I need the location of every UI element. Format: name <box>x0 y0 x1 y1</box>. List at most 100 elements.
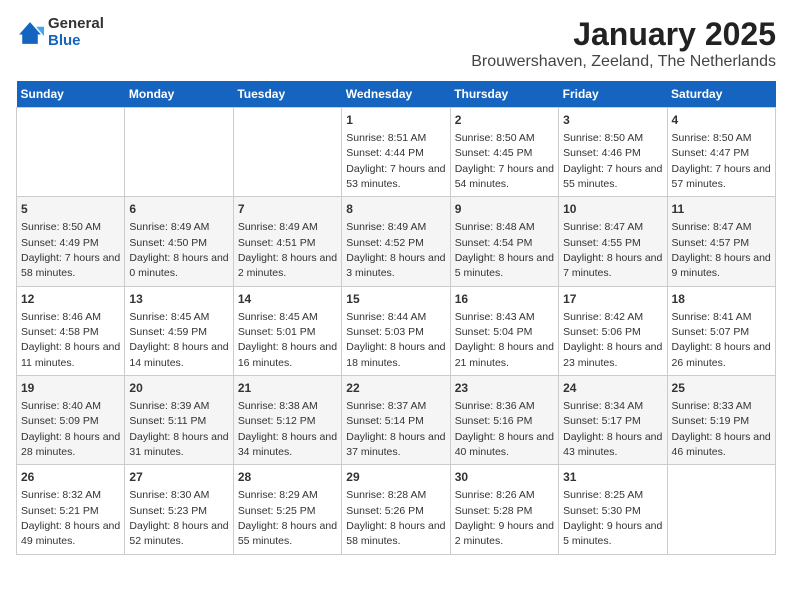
calendar-week-row: 19 Sunrise: 8:40 AM Sunset: 5:09 PM Dayl… <box>17 376 776 465</box>
day-info: Sunrise: 8:47 AM Sunset: 4:55 PM Dayligh… <box>563 221 662 279</box>
day-info: Sunrise: 8:49 AM Sunset: 4:52 PM Dayligh… <box>346 221 445 279</box>
calendar-cell: 15 Sunrise: 8:44 AM Sunset: 5:03 PM Dayl… <box>342 286 450 375</box>
calendar-cell: 7 Sunrise: 8:49 AM Sunset: 4:51 PM Dayli… <box>233 197 341 286</box>
logo-general: General <box>48 16 104 33</box>
day-info: Sunrise: 8:50 AM Sunset: 4:47 PM Dayligh… <box>672 132 771 190</box>
logo-text: General Blue <box>48 16 104 49</box>
calendar-cell: 30 Sunrise: 8:26 AM Sunset: 5:28 PM Dayl… <box>450 465 558 554</box>
day-info: Sunrise: 8:34 AM Sunset: 5:17 PM Dayligh… <box>563 400 662 458</box>
day-info: Sunrise: 8:30 AM Sunset: 5:23 PM Dayligh… <box>129 489 228 547</box>
calendar-table: SundayMondayTuesdayWednesdayThursdayFrid… <box>16 81 776 555</box>
calendar-cell <box>233 108 341 197</box>
day-number: 8 <box>346 201 445 218</box>
day-number: 6 <box>129 201 228 218</box>
weekday-header: Friday <box>559 81 667 108</box>
day-info: Sunrise: 8:50 AM Sunset: 4:46 PM Dayligh… <box>563 132 662 190</box>
calendar-cell: 1 Sunrise: 8:51 AM Sunset: 4:44 PM Dayli… <box>342 108 450 197</box>
calendar-cell: 17 Sunrise: 8:42 AM Sunset: 5:06 PM Dayl… <box>559 286 667 375</box>
day-number: 30 <box>455 469 554 486</box>
day-number: 18 <box>672 291 771 308</box>
calendar-cell: 27 Sunrise: 8:30 AM Sunset: 5:23 PM Dayl… <box>125 465 233 554</box>
calendar-cell: 14 Sunrise: 8:45 AM Sunset: 5:01 PM Dayl… <box>233 286 341 375</box>
day-number: 12 <box>21 291 120 308</box>
day-number: 25 <box>672 380 771 397</box>
calendar-cell: 9 Sunrise: 8:48 AM Sunset: 4:54 PM Dayli… <box>450 197 558 286</box>
day-info: Sunrise: 8:29 AM Sunset: 5:25 PM Dayligh… <box>238 489 337 547</box>
day-info: Sunrise: 8:51 AM Sunset: 4:44 PM Dayligh… <box>346 132 445 190</box>
day-number: 3 <box>563 112 662 129</box>
day-number: 4 <box>672 112 771 129</box>
calendar-cell: 26 Sunrise: 8:32 AM Sunset: 5:21 PM Dayl… <box>17 465 125 554</box>
logo-blue: Blue <box>48 33 104 50</box>
calendar-cell: 22 Sunrise: 8:37 AM Sunset: 5:14 PM Dayl… <box>342 376 450 465</box>
day-number: 14 <box>238 291 337 308</box>
calendar-cell: 18 Sunrise: 8:41 AM Sunset: 5:07 PM Dayl… <box>667 286 775 375</box>
page-header: General Blue January 2025 Brouwershaven,… <box>16 16 776 71</box>
calendar-cell: 6 Sunrise: 8:49 AM Sunset: 4:50 PM Dayli… <box>125 197 233 286</box>
day-info: Sunrise: 8:47 AM Sunset: 4:57 PM Dayligh… <box>672 221 771 279</box>
calendar-cell: 16 Sunrise: 8:43 AM Sunset: 5:04 PM Dayl… <box>450 286 558 375</box>
day-number: 31 <box>563 469 662 486</box>
day-number: 2 <box>455 112 554 129</box>
day-info: Sunrise: 8:50 AM Sunset: 4:45 PM Dayligh… <box>455 132 554 190</box>
day-number: 28 <box>238 469 337 486</box>
day-number: 1 <box>346 112 445 129</box>
calendar-cell: 2 Sunrise: 8:50 AM Sunset: 4:45 PM Dayli… <box>450 108 558 197</box>
weekday-header: Tuesday <box>233 81 341 108</box>
day-info: Sunrise: 8:28 AM Sunset: 5:26 PM Dayligh… <box>346 489 445 547</box>
day-info: Sunrise: 8:48 AM Sunset: 4:54 PM Dayligh… <box>455 221 554 279</box>
calendar-cell: 4 Sunrise: 8:50 AM Sunset: 4:47 PM Dayli… <box>667 108 775 197</box>
weekday-header-row: SundayMondayTuesdayWednesdayThursdayFrid… <box>17 81 776 108</box>
day-info: Sunrise: 8:43 AM Sunset: 5:04 PM Dayligh… <box>455 311 554 369</box>
logo-icon <box>16 19 44 47</box>
day-info: Sunrise: 8:45 AM Sunset: 4:59 PM Dayligh… <box>129 311 228 369</box>
weekday-header: Wednesday <box>342 81 450 108</box>
calendar-cell: 11 Sunrise: 8:47 AM Sunset: 4:57 PM Dayl… <box>667 197 775 286</box>
calendar-cell <box>125 108 233 197</box>
day-number: 5 <box>21 201 120 218</box>
weekday-header: Monday <box>125 81 233 108</box>
day-number: 22 <box>346 380 445 397</box>
day-info: Sunrise: 8:37 AM Sunset: 5:14 PM Dayligh… <box>346 400 445 458</box>
day-number: 13 <box>129 291 228 308</box>
calendar-cell: 5 Sunrise: 8:50 AM Sunset: 4:49 PM Dayli… <box>17 197 125 286</box>
day-number: 27 <box>129 469 228 486</box>
day-info: Sunrise: 8:38 AM Sunset: 5:12 PM Dayligh… <box>238 400 337 458</box>
day-info: Sunrise: 8:39 AM Sunset: 5:11 PM Dayligh… <box>129 400 228 458</box>
day-info: Sunrise: 8:36 AM Sunset: 5:16 PM Dayligh… <box>455 400 554 458</box>
day-number: 15 <box>346 291 445 308</box>
title-area: January 2025 Brouwershaven, Zeeland, The… <box>471 16 776 71</box>
weekday-header: Saturday <box>667 81 775 108</box>
calendar-week-row: 1 Sunrise: 8:51 AM Sunset: 4:44 PM Dayli… <box>17 108 776 197</box>
day-number: 20 <box>129 380 228 397</box>
day-number: 17 <box>563 291 662 308</box>
logo: General Blue <box>16 16 104 49</box>
day-number: 9 <box>455 201 554 218</box>
calendar-cell: 3 Sunrise: 8:50 AM Sunset: 4:46 PM Dayli… <box>559 108 667 197</box>
calendar-cell: 8 Sunrise: 8:49 AM Sunset: 4:52 PM Dayli… <box>342 197 450 286</box>
calendar-cell: 29 Sunrise: 8:28 AM Sunset: 5:26 PM Dayl… <box>342 465 450 554</box>
calendar-week-row: 12 Sunrise: 8:46 AM Sunset: 4:58 PM Dayl… <box>17 286 776 375</box>
day-info: Sunrise: 8:26 AM Sunset: 5:28 PM Dayligh… <box>455 489 554 547</box>
day-number: 24 <box>563 380 662 397</box>
day-info: Sunrise: 8:49 AM Sunset: 4:51 PM Dayligh… <box>238 221 337 279</box>
day-info: Sunrise: 8:32 AM Sunset: 5:21 PM Dayligh… <box>21 489 120 547</box>
page-subtitle: Brouwershaven, Zeeland, The Netherlands <box>471 53 776 71</box>
page-title: January 2025 <box>471 16 776 53</box>
weekday-header: Thursday <box>450 81 558 108</box>
day-info: Sunrise: 8:44 AM Sunset: 5:03 PM Dayligh… <box>346 311 445 369</box>
day-info: Sunrise: 8:46 AM Sunset: 4:58 PM Dayligh… <box>21 311 120 369</box>
calendar-cell: 20 Sunrise: 8:39 AM Sunset: 5:11 PM Dayl… <box>125 376 233 465</box>
calendar-week-row: 26 Sunrise: 8:32 AM Sunset: 5:21 PM Dayl… <box>17 465 776 554</box>
day-info: Sunrise: 8:49 AM Sunset: 4:50 PM Dayligh… <box>129 221 228 279</box>
day-number: 10 <box>563 201 662 218</box>
day-info: Sunrise: 8:40 AM Sunset: 5:09 PM Dayligh… <box>21 400 120 458</box>
calendar-cell: 10 Sunrise: 8:47 AM Sunset: 4:55 PM Dayl… <box>559 197 667 286</box>
calendar-cell: 28 Sunrise: 8:29 AM Sunset: 5:25 PM Dayl… <box>233 465 341 554</box>
day-number: 16 <box>455 291 554 308</box>
day-number: 11 <box>672 201 771 218</box>
day-number: 7 <box>238 201 337 218</box>
calendar-cell: 13 Sunrise: 8:45 AM Sunset: 4:59 PM Dayl… <box>125 286 233 375</box>
day-info: Sunrise: 8:41 AM Sunset: 5:07 PM Dayligh… <box>672 311 771 369</box>
calendar-cell: 24 Sunrise: 8:34 AM Sunset: 5:17 PM Dayl… <box>559 376 667 465</box>
